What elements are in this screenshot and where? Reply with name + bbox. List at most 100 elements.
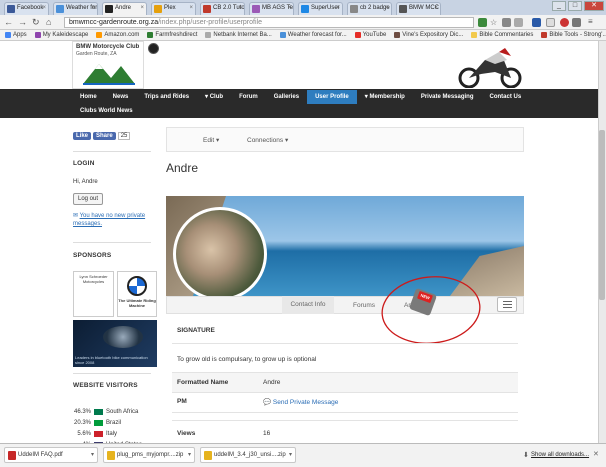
tab-close-icon[interactable]: × (336, 3, 340, 14)
download-options-icon[interactable]: ▾ (91, 448, 94, 463)
tab-label: SuperUser (311, 5, 340, 11)
browser-tab[interactable]: Plex × (151, 2, 196, 15)
nav-item[interactable]: Forum (231, 90, 266, 104)
tab-forums[interactable]: Forums (353, 302, 375, 309)
nav-item[interactable]: User Profile (307, 90, 357, 104)
browser-tab[interactable]: CB 2.0 Tutori × (200, 2, 245, 15)
download-options-icon[interactable]: ▾ (289, 448, 292, 463)
close-button[interactable]: ✕ (584, 1, 604, 11)
sponsor-bmw[interactable]: The Ultimate Riding Machine (117, 271, 157, 317)
browser-tab[interactable]: BMW MCC G× (396, 2, 441, 15)
bookmark-item[interactable]: Netbank Internet Ba... (205, 30, 272, 40)
home-icon[interactable]: ⌂ (46, 17, 51, 27)
visitor-row: 20.3% Brazil (73, 420, 121, 426)
download-item[interactable]: plug_pms_myjompr....zip ▾ (103, 447, 195, 463)
bookmark-item[interactable]: Bible Tools - Strong'... (541, 30, 606, 40)
bookmark-item[interactable]: Weather forecast for... (279, 30, 347, 40)
reload-icon[interactable]: ↻ (32, 17, 40, 28)
nav-item[interactable]: Home (72, 90, 105, 104)
nav-item[interactable]: Contact Us (482, 90, 530, 104)
bookmark-item[interactable]: YouTube (354, 30, 387, 40)
bookmark-label: Apps (13, 32, 27, 38)
browser-tab[interactable]: Facebook × (4, 2, 49, 15)
download-arrow-icon: ⬇ (523, 452, 529, 459)
minimize-button[interactable]: _ (552, 1, 566, 11)
forward-icon[interactable]: → (18, 17, 27, 27)
nav-item[interactable]: Trips and Rides (136, 90, 197, 104)
bmw-roundel-icon (148, 43, 159, 54)
download-item[interactable]: UddeIM FAQ.pdf ▾ (4, 447, 98, 463)
visitor-percent: 46.3% (73, 409, 91, 415)
tab-close-icon[interactable]: × (287, 3, 291, 14)
nav-item[interactable]: News (105, 90, 137, 104)
tab-contact-info[interactable]: Contact Info (282, 296, 334, 314)
bookmarks-bar: Apps My Kaleidescape Amazon.com Farmfreshdi… (0, 30, 606, 41)
visitor-country: Italy (106, 431, 118, 437)
scrollbar-thumb[interactable] (599, 130, 605, 300)
bookmark-favicon-icon (34, 32, 41, 38)
browser-tab[interactable]: MB AGS Tex × (249, 2, 294, 15)
browser-tab[interactable]: Weather fore × (53, 2, 98, 15)
tab-close-icon[interactable]: × (434, 3, 438, 14)
extension-icon[interactable] (532, 18, 541, 27)
bookmark-item[interactable]: My Kaleidescape (34, 30, 88, 40)
bookmark-label: YouTube (362, 32, 387, 38)
menu-icon[interactable]: ≡ (588, 17, 593, 26)
url-input[interactable]: bmwmcc-gardenroute.org.za/index.php/user… (64, 17, 474, 28)
download-filename: UddeIM FAQ.pdf (18, 452, 63, 458)
signature-text: To grow old is compulsary, to grow up is… (177, 356, 317, 363)
main-navigation: Home News Trips and Rides ▾ Club Forum Galler… (0, 89, 598, 118)
maximize-button[interactable]: □ (568, 1, 582, 11)
login-heading: LOGIN (73, 160, 95, 167)
formatted-name-value: Andre (263, 379, 281, 386)
tab-close-icon[interactable]: × (91, 3, 95, 14)
bookmark-item[interactable]: Vine's Expository Dic... (394, 30, 463, 40)
extension-icon[interactable] (502, 18, 511, 27)
extension-icon[interactable] (478, 18, 487, 27)
bookmark-item[interactable]: Apps (5, 30, 27, 40)
extension-icon[interactable] (560, 18, 569, 27)
nav-item[interactable]: Private Messaging (413, 90, 482, 104)
extension-icon[interactable] (546, 18, 555, 27)
connections-menu[interactable]: Connections ▾ (247, 136, 288, 144)
nav-item[interactable]: ▾ Club (197, 90, 231, 104)
tab-close-icon[interactable]: × (42, 3, 46, 14)
extension-icon[interactable] (514, 18, 523, 27)
bookmark-item[interactable]: Farmfreshdirect (147, 30, 197, 40)
bookmark-item[interactable]: Amazon.com (96, 30, 139, 40)
tab-close-icon[interactable]: × (238, 3, 242, 14)
views-label: Views (177, 430, 196, 437)
tab-close-icon[interactable]: × (189, 3, 193, 14)
bookmark-star-icon[interactable]: ☆ (490, 18, 497, 27)
mail-icon: ✉ (73, 213, 79, 219)
show-all-downloads-link[interactable]: Show all downloads... (531, 452, 589, 458)
send-pm-link[interactable]: 💬 Send Private Message (263, 398, 338, 406)
nav-item[interactable]: ▾ Membership (357, 90, 413, 104)
sponsor-sena[interactable]: Leaders in bluetooth bike communication … (73, 320, 157, 367)
hamburger-menu-icon[interactable] (497, 297, 517, 312)
nav-item[interactable]: Galleries (266, 90, 307, 104)
club-logo[interactable]: BMW Motorcycle Club Garden Route, ZA (72, 41, 144, 89)
extension-icon[interactable] (572, 18, 581, 27)
browser-tab[interactable]: cb 2 badge h × (347, 2, 392, 15)
close-downloads-icon[interactable]: ✕ (593, 450, 599, 458)
edit-menu[interactable]: Edit ▾ (203, 136, 219, 144)
profile-name: Andre (166, 161, 199, 175)
download-item[interactable]: uddeIM_3.4_j30_unsi....zip ▾ (200, 447, 296, 463)
bookmark-item[interactable]: Bible Commentaries (471, 30, 533, 40)
tab-close-icon[interactable]: × (140, 3, 144, 14)
divider (172, 343, 518, 344)
logout-button[interactable]: Log out (73, 193, 104, 205)
browser-tab[interactable]: Andre × (102, 2, 147, 15)
tab-close-icon[interactable]: × (385, 3, 389, 14)
private-messages-link[interactable]: You have no new private messages. (73, 213, 145, 227)
sponsor-lynn-schroeder[interactable]: Lynn Schroeder Motorcycles (73, 271, 114, 317)
facebook-share-button[interactable]: Share (93, 132, 116, 140)
facebook-like-button[interactable]: Like (73, 132, 92, 140)
download-options-icon[interactable]: ▾ (188, 448, 191, 463)
browser-tab[interactable]: SuperUser × (298, 2, 343, 15)
nav-item[interactable]: Clubs World News (72, 104, 141, 118)
bookmark-label: Bible Tools - Strong'... (549, 32, 606, 38)
avatar[interactable] (173, 207, 267, 301)
back-icon[interactable]: ← (4, 17, 13, 27)
